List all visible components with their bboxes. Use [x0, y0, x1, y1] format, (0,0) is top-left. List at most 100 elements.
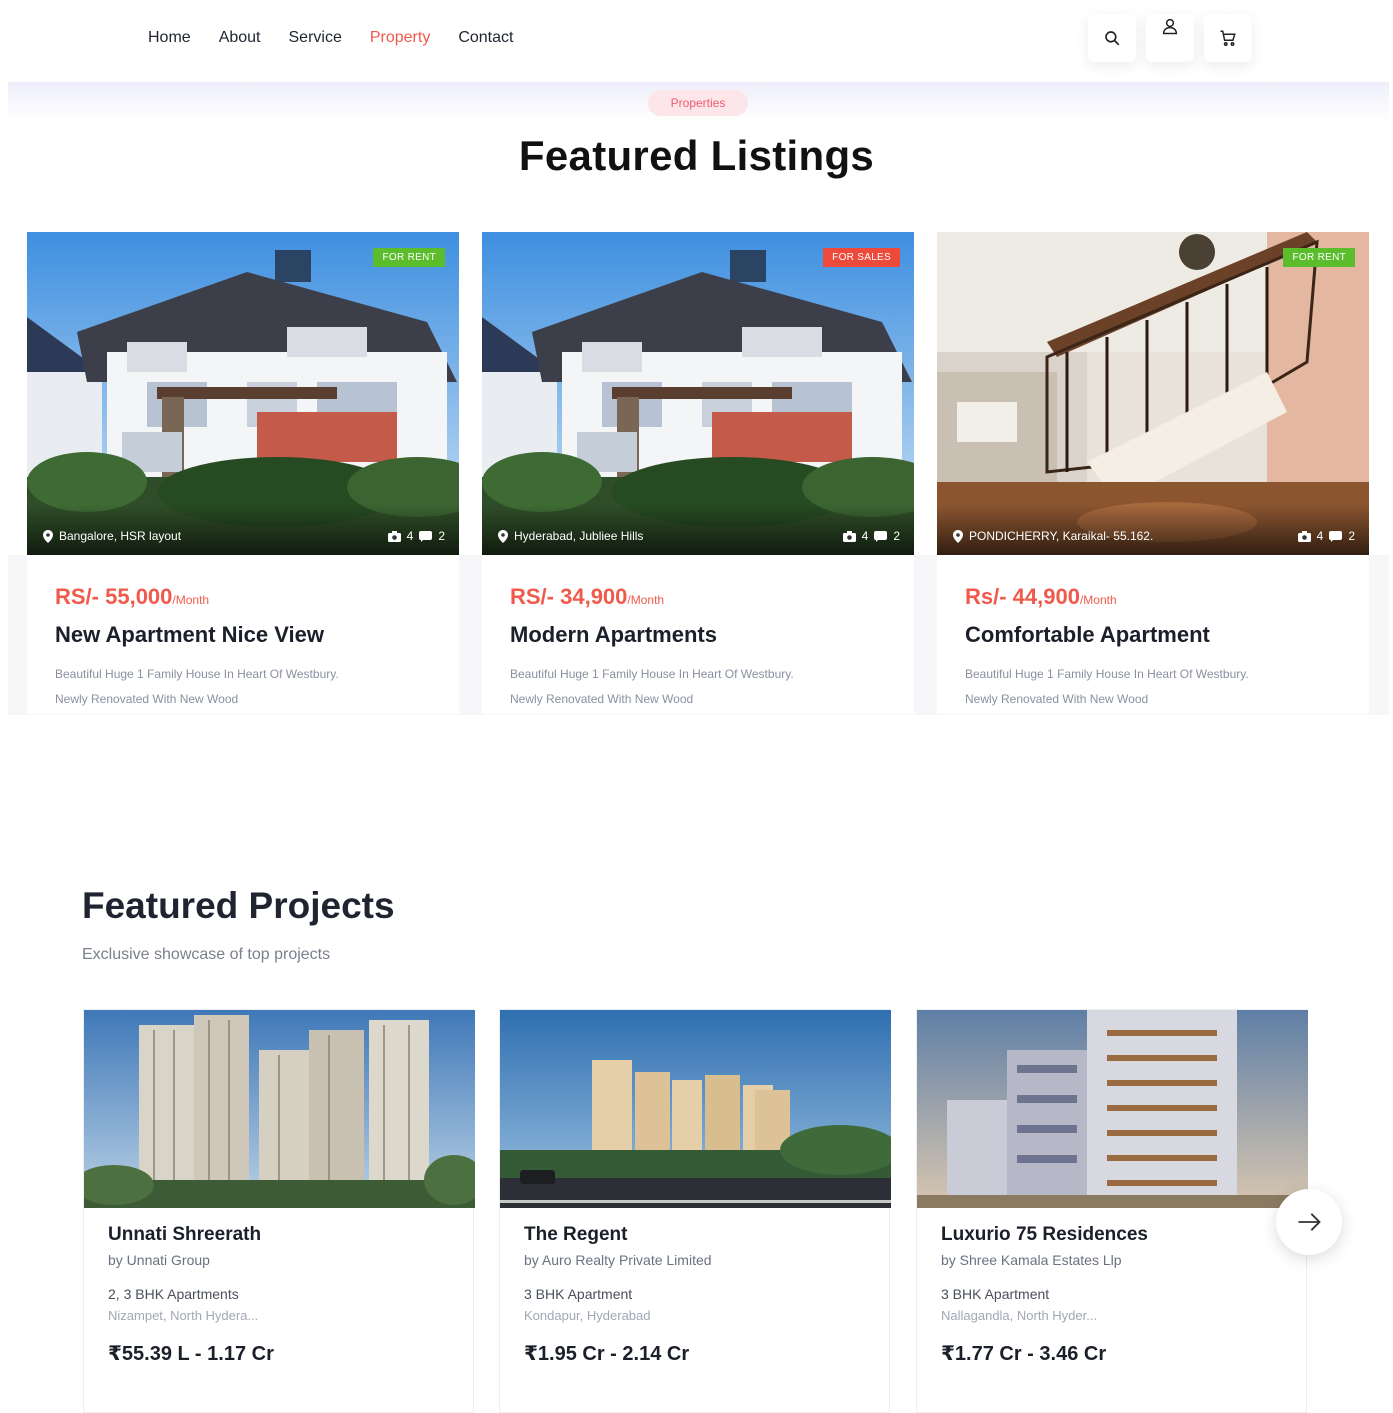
project-name[interactable]: Luxurio 75 Residences [941, 1224, 1282, 1246]
listing-image: FOR SALES Hyderabad, Jubliee Hills 4 2 [482, 232, 914, 555]
tower-photo [500, 1010, 891, 1208]
project-price: ₹1.95 Cr - 2.14 Cr [524, 1343, 690, 1365]
location-text: Hyderabad, Jubliee Hills [514, 529, 644, 543]
camera-icon [387, 530, 401, 542]
project-developer: by Shree Kamala Estates Llp [941, 1252, 1122, 1268]
project-price: ₹55.39 L - 1.17 Cr [108, 1343, 274, 1365]
project-location: Nallagandla, North Hyder... [941, 1308, 1098, 1323]
title-light: Featured [82, 885, 239, 926]
project-body: The Regent by Auro Realty Private Limite… [500, 1208, 889, 1382]
camera-icon [1297, 530, 1311, 542]
listing-location: Bangalore, HSR layout [43, 529, 181, 543]
cart-button[interactable] [1204, 14, 1252, 62]
location-text: Bangalore, HSR layout [59, 529, 182, 543]
nav-contact[interactable]: Contact [458, 29, 513, 47]
description-line: Beautiful Huge 1 Family House In Heart O… [965, 667, 1249, 681]
project-image [84, 1010, 475, 1208]
project-body: Unnati Shreerath by Unnati Group 2, 3 BH… [84, 1208, 473, 1382]
listing-title[interactable]: New Apartment Nice View [55, 622, 445, 648]
section-badge: Properties [648, 90, 748, 116]
listing-media-counts: 4 2 [1297, 529, 1355, 543]
listing-body: Rs/- 44,900/Month Comfortable Apartment … [965, 584, 1355, 712]
nav-property[interactable]: Property [370, 29, 430, 47]
room-count: 2 [893, 529, 900, 543]
project-name[interactable]: Unnati Shreerath [108, 1224, 449, 1246]
search-button[interactable] [1088, 14, 1136, 62]
arrow-right-icon [1298, 1213, 1321, 1231]
description-line: Newly Renovated With New Wood [965, 692, 1149, 706]
project-developer: by Unnati Group [108, 1252, 210, 1268]
project-type: 3 BHK Apartment [524, 1286, 633, 1302]
cart-icon [1220, 30, 1236, 46]
photo-count: 4 [406, 529, 414, 543]
project-type: 2, 3 BHK Apartments [108, 1286, 239, 1302]
user-icon [1162, 18, 1178, 35]
price-period: /Month [172, 593, 210, 607]
map-pin-icon [43, 529, 53, 543]
listing-price: RS/- 34,900/Month [510, 584, 900, 610]
featured-listings-title: Featured Listings [518, 132, 875, 179]
room-count: 2 [438, 529, 445, 543]
project-price: ₹1.77 Cr - 3.46 Cr [941, 1343, 1107, 1365]
listing-card[interactable]: FOR RENT PONDICHERRY, Karaikal- 55.162. … [937, 232, 1369, 714]
carousel-next-button[interactable] [1276, 1189, 1342, 1255]
listing-body: RS/- 34,900/Month Modern Apartments Beau… [510, 584, 900, 712]
project-location: Kondapur, Hyderabad [524, 1308, 651, 1323]
project-card[interactable]: Unnati Shreerath by Unnati Group 2, 3 BH… [83, 1009, 475, 1413]
nav-about[interactable]: About [219, 29, 261, 47]
price-period: /Month [1079, 593, 1117, 607]
description-line: Beautiful Huge 1 Family House In Heart O… [55, 667, 339, 681]
description-line: Beautiful Huge 1 Family House In Heart O… [510, 667, 794, 681]
top-navbar: Home About Service Property Contact [0, 0, 1393, 82]
chat-icon [419, 530, 433, 542]
project-developer: by Auro Realty Private Limited [524, 1252, 712, 1268]
nav-links: Home About Service Property Contact [148, 29, 513, 47]
project-location: Nizampet, North Hydera... [108, 1308, 259, 1323]
listing-card[interactable]: FOR RENT Bangalore, HSR layout 4 2 RS/- … [27, 232, 459, 714]
chat-icon [1329, 530, 1343, 542]
listing-description: Beautiful Huge 1 Family House In Heart O… [965, 662, 1355, 712]
tower-photo [917, 1010, 1308, 1208]
nav-home[interactable]: Home [148, 29, 191, 47]
location-text: PONDICHERRY, Karaikal- 55.162. [969, 529, 1154, 543]
description-line: Newly Renovated With New Wood [55, 692, 239, 706]
listing-location: PONDICHERRY, Karaikal- 55.162. [953, 529, 1153, 543]
listing-tag: FOR RENT [373, 248, 445, 267]
listing-title[interactable]: Comfortable Apartment [965, 622, 1355, 648]
listing-location: Hyderabad, Jubliee Hills [498, 529, 643, 543]
nav-service[interactable]: Service [289, 29, 342, 47]
project-card[interactable]: The Regent by Auro Realty Private Limite… [499, 1009, 891, 1413]
map-pin-icon [953, 529, 963, 543]
title-bold: Projects [248, 885, 395, 926]
price-value: RS/- 55,000 [55, 584, 173, 609]
listing-price: Rs/- 44,900/Month [965, 584, 1355, 610]
price-period: /Month [627, 593, 665, 607]
listing-media-counts: 4 2 [387, 529, 445, 543]
listing-image: FOR RENT PONDICHERRY, Karaikal- 55.162. … [937, 232, 1369, 555]
project-body: Luxurio 75 Residences by Shree Kamala Es… [917, 1208, 1306, 1382]
listing-price: RS/- 55,000/Month [55, 584, 445, 610]
price-value: Rs/- 44,900 [965, 584, 1080, 609]
listing-card[interactable]: FOR SALES Hyderabad, Jubliee Hills 4 2 R… [482, 232, 914, 714]
room-count: 2 [1348, 529, 1355, 543]
camera-icon [842, 530, 856, 542]
chat-icon [874, 530, 888, 542]
project-card[interactable]: Luxurio 75 Residences by Shree Kamala Es… [916, 1009, 1308, 1413]
listing-media-counts: 4 2 [842, 529, 900, 543]
photo-count: 4 [1316, 529, 1324, 543]
project-name[interactable]: The Regent [524, 1224, 865, 1246]
nav-icon-group [1088, 14, 1252, 62]
listing-description: Beautiful Huge 1 Family House In Heart O… [510, 662, 900, 712]
project-type: 3 BHK Apartment [941, 1286, 1050, 1302]
listing-tag: FOR SALES [823, 248, 900, 267]
listing-image: FOR RENT Bangalore, HSR layout 4 2 [27, 232, 459, 555]
featured-projects-subtitle: Exclusive showcase of top projects [82, 946, 331, 963]
account-button[interactable] [1146, 14, 1194, 62]
listing-body: RS/- 55,000/Month New Apartment Nice Vie… [55, 584, 445, 712]
map-pin-icon [498, 529, 508, 543]
tower-photo [84, 1010, 475, 1208]
price-value: RS/- 34,900 [510, 584, 628, 609]
project-image [500, 1010, 891, 1208]
search-icon [1105, 31, 1120, 46]
listing-title[interactable]: Modern Apartments [510, 622, 900, 648]
